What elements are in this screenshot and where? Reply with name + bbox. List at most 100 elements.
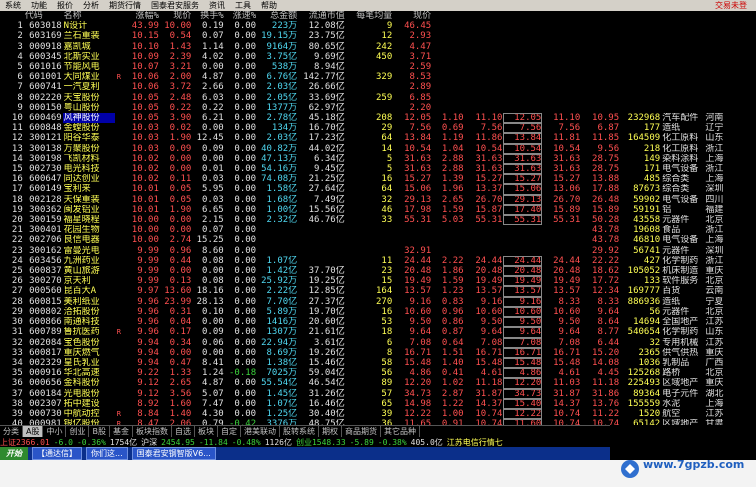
table-row[interactable]: 37 600184 光电股份 9.12 3.56 5.07 0.00 1.45亿 31.26亿 5… (0, 388, 750, 399)
table-row[interactable]: 33 600817 重庆燃气 9.94 0.00 0.00 0.00 8.69万 19.26亿 8… (0, 347, 750, 358)
total-amount: 1.00亿 (266, 204, 298, 215)
menu-item[interactable]: 报价 (57, 0, 73, 11)
table-header: 代码 名称 涨幅% 现价 换手% 涨速% 总金额 流通市值 每笔均量 现价 (0, 11, 750, 21)
industry: 食品 (662, 225, 681, 236)
column-header[interactable]: 每笔均量 (346, 11, 394, 21)
table-row[interactable]: 29 000802 洽拓股份 9.96 0.31 0.10 0.00 5.89万 19.70亿 1… (0, 306, 750, 318)
table-row[interactable]: 9 000150 粤山股份 10.05 0.22 0.22 0.00 1377万 62.97亿 2… (0, 103, 750, 113)
table-row[interactable]: 18 002128 天保重装 10.01 0.05 0.03 0.00 1.68亿 7.49亿 3… (0, 194, 750, 205)
table-row[interactable]: 4 600345 北斯实业 10.09 2.39 4.02 0.00 3.75亿 9.69亿 45… (0, 52, 750, 62)
table-row[interactable]: 11 600848 金螳股份 10.03 0.02 0.00 0.00 134万 16.70亿 2… (0, 123, 750, 134)
quote-grid[interactable]: 代码 名称 涨幅% 现价 换手% 涨速% 总金额 流通市值 每笔均量 现价 1 603018 N设计 4… (0, 11, 756, 425)
market-tab[interactable]: 股转系统 (280, 426, 319, 437)
column-header[interactable]: 代码 (24, 11, 63, 21)
column-header[interactable] (115, 11, 124, 21)
table-row[interactable]: 32 002084 宝色股份 9.94 0.34 0.06 0.00 22.94万 3.61亿 6… (0, 337, 750, 348)
start-button[interactable]: 开始 (0, 447, 28, 460)
table-row[interactable]: 38 002307 拓中建设 8.92 1.60 7.47 0.00 1.07亿 16.46亿 6… (0, 398, 750, 409)
table-row[interactable]: 10 600469 风神股份 10.05 3.90 6.21 0.00 2.78亿 45.18亿… (0, 113, 750, 124)
market-tab[interactable]: 板块指数 (133, 426, 172, 437)
column-header[interactable]: 总金额 (257, 11, 298, 21)
table-row[interactable]: 27 000560 昆百大A 9.97 13.60 18.16 0.00 2.22亿 12.85… (0, 286, 750, 297)
menu-item[interactable]: 期货行情 (109, 0, 141, 11)
market-tab[interactable]: 期权 (319, 426, 342, 437)
price: 13.84 (404, 133, 432, 144)
table-row[interactable]: 24 603456 九洲药业 9.99 0.44 0.08 0.00 1.07亿 11 24.44… (0, 255, 750, 267)
table-row[interactable]: 20 300159 福星晓程 10.00 0.00 2.15 0.00 2.32亿 46.76亿… (0, 215, 750, 226)
taskbar-item-tdx[interactable]: 【通达信】 (32, 447, 82, 460)
menu-item[interactable]: 功能 (31, 0, 47, 11)
change-pct: 10.05 (131, 92, 159, 103)
row-index: 34 (11, 357, 23, 368)
menu-item[interactable]: 系统 (5, 0, 21, 11)
table-row[interactable]: 3 000918 嘉凯城 10.10 1.43 1.14 0.00 9164万 80.65亿 24… (0, 42, 750, 52)
menu-item[interactable]: 工具 (235, 0, 251, 11)
table-row[interactable]: 6 601001 大同煤业 R 10.06 2.00 4.87 0.00 6.76亿 142.77… (0, 72, 750, 82)
table-row[interactable]: 15 002730 电光科技 10.02 0.00 0.01 0.00 54.16万 9.45亿… (0, 164, 750, 175)
table-row[interactable]: 34 002329 皇氏乳业 9.94 0.47 8.41 0.00 1.38亿 15.46亿 5… (0, 357, 750, 369)
table-row[interactable]: 30 600866 南通科技 9.96 0.04 0.00 0.00 1416万 20.60亿 5… (0, 317, 750, 328)
column-header[interactable]: 涨速% (225, 11, 257, 21)
volume: 43558 (633, 215, 661, 226)
table-row[interactable]: 14 300198 飞凯材料 10.02 0.00 0.00 0.00 47.13万 6.34亿… (0, 153, 750, 165)
column-header[interactable]: 涨幅% (123, 11, 160, 21)
menu-item[interactable]: 分析 (83, 0, 99, 11)
market-tab[interactable]: 其它品种 (381, 426, 420, 437)
table-row[interactable]: 16 600647 同达创业 10.02 0.11 0.03 0.00 74.08万 21.25… (0, 174, 750, 185)
market-tab[interactable]: A股 (23, 426, 44, 437)
taskbar-item-chat[interactable]: 你们这... (86, 447, 128, 460)
menu-item[interactable]: 资讯 (209, 0, 225, 11)
table-row[interactable]: 35 000916 华北高速 9.22 1.33 1.24 -0.18 7025万 59.04亿… (0, 368, 750, 379)
table-row[interactable]: 5 601016 节能风电 10.07 3.21 0.00 0.00 538万 8.94亿 2.5… (0, 62, 750, 72)
table-row[interactable]: 8 002220 天宝股份 10.05 2.48 6.03 0.00 2.05亿 33.69亿 2… (0, 93, 750, 103)
column-header[interactable]: 现价 (393, 11, 432, 21)
market-tab[interactable]: 基金 (110, 426, 133, 437)
quote-cell (465, 72, 504, 82)
menu-item[interactable]: 帮助 (261, 0, 277, 11)
table-row[interactable]: 17 600149 宝利来 10.01 0.05 5.95 0.00 1.58亿 27.64亿 6… (0, 184, 750, 195)
table-row[interactable]: 21 300401 花园生物 10.00 0.00 0.07 0.00 43.78 19608 食… (0, 225, 750, 235)
table-row[interactable]: 39 000730 中航动控 R 8.84 1.40 4.30 0.00 1.25亿 30.40亿… (0, 408, 750, 420)
market-tab[interactable]: 商品期货 (342, 426, 381, 437)
table-row[interactable]: 2 603169 兰石重装 10.15 0.54 0.07 0.00 19.15万 23.75亿… (0, 31, 750, 41)
logo-icon (621, 460, 639, 478)
row-index: 16 (11, 174, 23, 185)
region (704, 21, 750, 31)
market-tab[interactable]: 创业 (66, 426, 90, 437)
avg-volume: 329 (376, 72, 393, 83)
volume: 164509 (627, 133, 661, 144)
column-header[interactable]: 现价 (160, 11, 192, 21)
market-tab[interactable]: 分类 (0, 426, 23, 437)
market-tab[interactable]: 港美联动 (241, 426, 280, 437)
total-amount: 2.05亿 (266, 92, 298, 103)
column-header[interactable]: 名称 (63, 11, 115, 21)
table-row[interactable]: 31 600789 鲁抗医药 R 9.96 0.17 0.09 0.00 1307万 21.61亿… (0, 327, 750, 338)
market-tab[interactable]: 板块 (195, 426, 218, 437)
table-row[interactable]: 19 300362 闽发铝业 10.01 1.90 6.65 0.00 1.00亿 15.56亿… (0, 204, 750, 216)
column-header[interactable] (0, 11, 24, 21)
quote-cell: 15.89 (553, 204, 581, 215)
market-tab[interactable]: 自选 (172, 426, 195, 437)
column-header[interactable]: 换手% (192, 11, 224, 21)
volume (620, 93, 661, 103)
table-row[interactable]: 36 000656 金科股份 9.12 2.65 4.87 0.00 55.54亿 46.54亿… (0, 378, 750, 389)
rzrq-mark (115, 378, 124, 388)
table-row[interactable]: 13 300138 万聚股份 10.03 0.09 0.09 0.00 40.82万 44.02… (0, 143, 750, 154)
table-row[interactable]: 12 300121 阳谷华泰 10.03 1.90 12.45 0.00 2.03亿 17.23… (0, 133, 750, 144)
stock-name: N设计 (63, 21, 88, 32)
table-row[interactable]: 25 600837 黄山旅游 9.99 0.00 0.00 0.00 1.42亿 37.70亿 2… (0, 266, 750, 277)
table-row[interactable]: 23 300162 雷曼光电 9.99 0.96 8.60 0.00 32.91 29.92 56… (0, 246, 750, 256)
table-row[interactable]: 22 002706 良信电器 10.00 2.74 15.25 0.00 43.78 46810… (0, 235, 750, 245)
taskbar-item-gtja[interactable]: 国泰君安钢智版V6... (131, 447, 216, 460)
market-tab[interactable]: 中小 (43, 426, 67, 437)
column-header[interactable]: 流通市值 (298, 11, 346, 21)
table-row[interactable]: 28 600815 美利纸业 9.96 23.99 28.13 0.00 7.70亿 27.37… (0, 296, 750, 307)
table-row[interactable]: 7 600741 一汽夏利 10.06 3.72 2.66 0.00 2.03亿 26.66亿 2… (0, 82, 750, 92)
market-tab[interactable]: B股 (89, 426, 110, 437)
table-row[interactable]: 1 603018 N设计 43.99 10.00 0.19 0.00 223万 12.08亿 9 4… (0, 21, 750, 31)
table-row[interactable]: 26 300270 京天利 9.99 0.13 0.08 0.00 25.92万 19.25亿 1… (0, 276, 750, 287)
volume: 1036 (638, 357, 661, 368)
market-tab[interactable]: 自定 (218, 426, 241, 437)
menu-item[interactable]: 国泰君安服务 (151, 0, 199, 11)
speed: 0.00 (234, 306, 257, 317)
